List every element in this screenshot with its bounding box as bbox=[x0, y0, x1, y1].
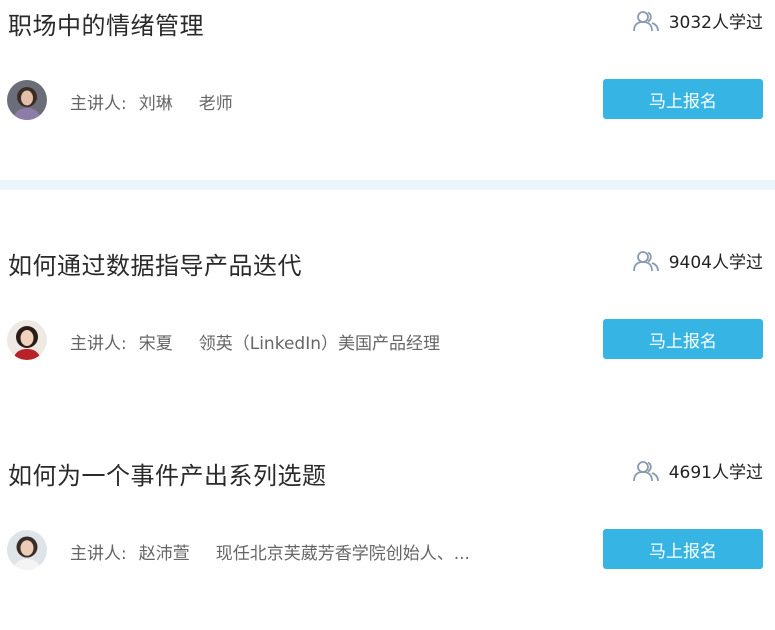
users-icon bbox=[632, 250, 659, 272]
enroll-button[interactable]: 马上报名 bbox=[603, 79, 763, 119]
avatar bbox=[7, 320, 47, 360]
lecturer-label: 主讲人: bbox=[70, 334, 127, 354]
course-title[interactable]: 如何为一个事件产出系列选题 bbox=[8, 456, 327, 491]
learner-count: 9404人学过 bbox=[632, 248, 763, 273]
course-card[interactable]: 如何通过数据指导产品迭代 9404人学过 主讲人: 宋夏 领英（LinkedIn… bbox=[0, 240, 775, 420]
avatar bbox=[7, 80, 47, 120]
course-card[interactable]: 如何为一个事件产出系列选题 4691人学过 主讲人: 赵沛萱 现任北京芙葳芳香学… bbox=[0, 450, 775, 630]
lecturer-title: 现任北京芙葳芳香学院创始人、... bbox=[215, 544, 470, 564]
learner-count-text: 9404人学过 bbox=[668, 253, 763, 273]
avatar bbox=[7, 530, 47, 570]
lecturer-label: 主讲人: bbox=[70, 544, 127, 564]
course-title[interactable]: 职场中的情绪管理 bbox=[8, 6, 204, 41]
users-icon bbox=[632, 460, 659, 482]
course-title[interactable]: 如何通过数据指导产品迭代 bbox=[8, 246, 302, 281]
enroll-button[interactable]: 马上报名 bbox=[603, 319, 763, 359]
users-icon bbox=[632, 10, 659, 32]
lecturer-title: 老师 bbox=[198, 94, 233, 114]
learner-count-text: 4691人学过 bbox=[668, 463, 763, 483]
learner-count: 4691人学过 bbox=[632, 458, 763, 483]
learner-count-text: 3032人学过 bbox=[668, 13, 763, 33]
lecturer-info: 主讲人: 刘琳 老师 bbox=[70, 89, 233, 114]
lecturer-label: 主讲人: bbox=[70, 94, 127, 114]
lecturer-title: 领英（LinkedIn）美国产品经理 bbox=[198, 334, 440, 354]
lecturer-name: 宋夏 bbox=[138, 334, 173, 354]
lecturer-name: 刘琳 bbox=[138, 94, 173, 114]
enroll-button[interactable]: 马上报名 bbox=[603, 529, 763, 569]
course-card[interactable]: 职场中的情绪管理 3032人学过 主讲人: 刘琳 老师 马上报名 bbox=[0, 0, 775, 180]
learner-count: 3032人学过 bbox=[632, 8, 763, 33]
lecturer-name: 赵沛萱 bbox=[138, 544, 190, 564]
lecturer-info: 主讲人: 宋夏 领英（LinkedIn）美国产品经理 bbox=[70, 329, 440, 354]
